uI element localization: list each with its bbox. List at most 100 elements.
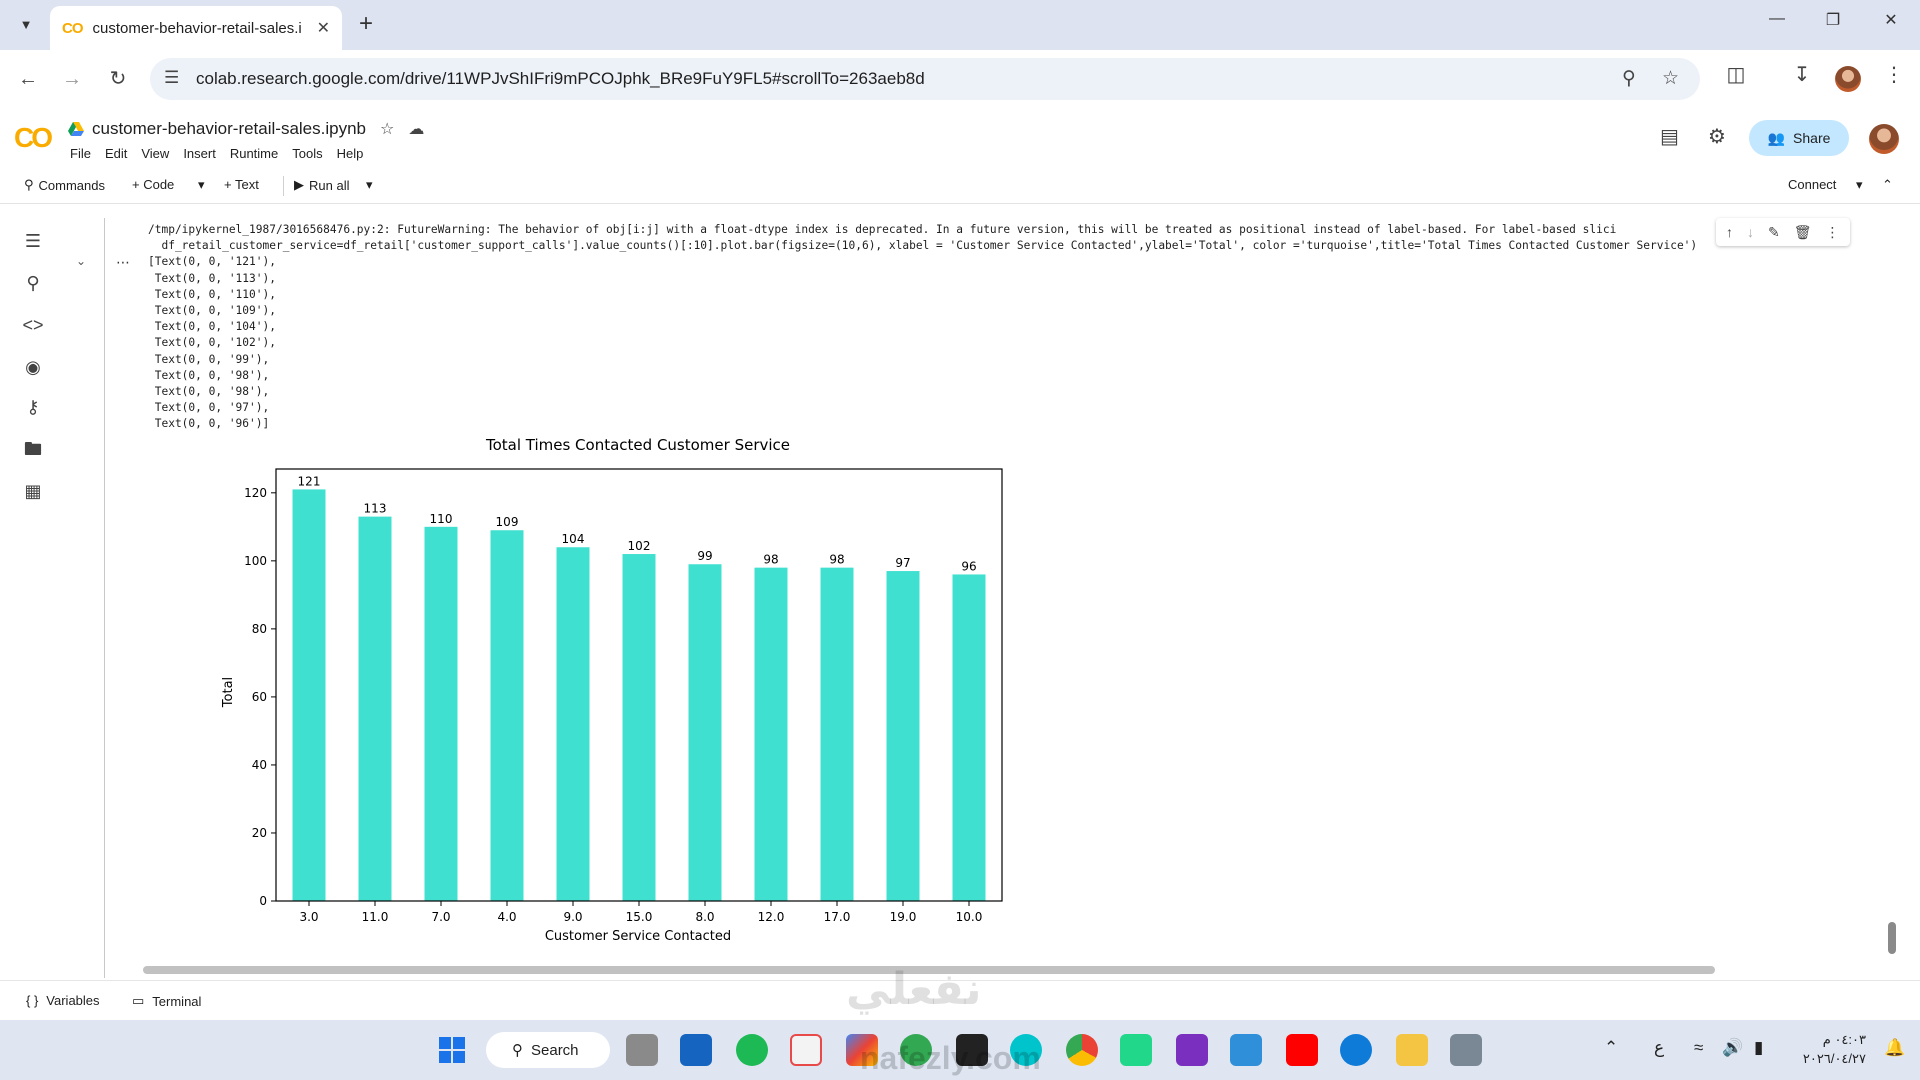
download-icon[interactable]: ↧ [1786,62,1818,87]
caret-down-icon: ▾ [198,177,205,192]
more-vert-icon[interactable]: ⋮ [1826,224,1840,241]
visual-studio-icon[interactable] [1176,1034,1208,1066]
new-tab-button[interactable]: + [352,10,380,38]
bar-data-label: 99 [697,549,712,563]
vscode-icon[interactable] [1230,1034,1262,1066]
people-icon: 👥 [1767,129,1786,146]
search-icon: ⚲ [24,177,34,192]
spotify-icon[interactable] [736,1034,768,1066]
table-of-contents-icon[interactable]: ☰ [20,228,46,254]
secrets-key-icon[interactable]: ⚷ [20,394,46,420]
x-tick-label: 12.0 [758,910,785,924]
minimize-icon[interactable]: — [1762,10,1792,28]
windows-start-icon[interactable] [436,1034,468,1066]
outlook-icon[interactable] [680,1034,712,1066]
youtube-icon[interactable] [1286,1034,1318,1066]
star-icon[interactable]: ☆ [380,119,394,139]
volume-icon[interactable]: 🔊 [1722,1038,1743,1058]
output-actions-icon[interactable]: ⋯ [116,254,131,271]
text-list-line: Text(0, 0, '98'), [148,368,270,382]
menu-insert[interactable]: Insert [183,146,223,161]
run-all-button[interactable]: ▶ Run all [294,177,349,193]
language-indicator[interactable]: ع [1654,1038,1664,1058]
files-folder-icon[interactable]: 🖿 [20,436,46,462]
cloud-icon[interactable]: ☁ [408,119,424,139]
add-code-dropdown[interactable]: ▾ [198,177,205,193]
address-bar[interactable]: ☰ colab.research.google.com/drive/11WPJv… [150,58,1700,100]
kaggle-icon[interactable] [1450,1034,1482,1066]
wifi-icon[interactable]: ≈ [1694,1038,1703,1058]
zoom-icon[interactable]: ⚲ [1622,67,1636,90]
x-tick-label: 8.0 [695,910,714,924]
browser-tab-strip: ▼ CO customer-behavior-retail-sales.i ✕ … [0,0,1920,50]
delete-trash-icon[interactable]: 🗑 [1794,224,1812,241]
menu-tools[interactable]: Tools [292,146,329,161]
vertical-scrollbar[interactable] [1888,922,1896,954]
file-explorer-icon[interactable] [1396,1034,1428,1066]
back-arrow-icon[interactable]: ← [12,63,44,95]
play-icon: ▶ [294,177,304,192]
window-close-icon[interactable]: ✕ [1876,10,1906,30]
notification-bell-icon[interactable]: 🔔 [1884,1038,1905,1058]
tray-overflow-icon[interactable]: ⌃ [1604,1038,1618,1058]
move-down-icon[interactable]: ↓ [1747,224,1754,240]
bar [952,574,986,901]
browser-menu-icon[interactable]: ⋮ [1878,62,1910,87]
code-snippets-icon[interactable]: <> [20,312,46,338]
system-clock[interactable]: ٠٤:٠٣ م ٢٠٢٦/٠٤/٢٧ [1803,1030,1866,1068]
variables-inspector-icon[interactable]: ◉ [20,354,46,380]
edit-pen-icon[interactable]: ✎ [1768,224,1780,241]
comments-icon[interactable]: ▤ [1660,124,1679,149]
colab-avatar[interactable] [1869,124,1899,154]
variables-button[interactable]: { } Variables [26,993,100,1008]
chevron-up-icon: ⌃ [1882,177,1893,192]
move-up-icon[interactable]: ↑ [1726,224,1733,240]
forward-arrow-icon[interactable]: → [56,63,88,95]
url-text[interactable]: colab.research.google.com/drive/11WPJvSh… [196,69,925,89]
chevron-down-icon: ▼ [19,16,33,32]
collapse-output-chevron-icon[interactable]: ⌄ [76,254,86,268]
profile-avatar[interactable] [1835,66,1861,92]
settings-gear-icon[interactable]: ⚙ [1708,124,1726,149]
x-tick-label: 4.0 [497,910,516,924]
y-tick-label: 60 [252,690,267,704]
menu-file[interactable]: File [70,146,98,161]
connect-button[interactable]: Connect [1788,177,1836,192]
y-axis-label: Total [221,677,236,708]
edge-icon[interactable] [1340,1034,1372,1066]
plot-area: 121 3.0 113 11.0 110 7.0 109 4.0 104 9.0 102 15.0 99… [244,468,1003,924]
data-table-icon[interactable]: ▦ [20,478,46,504]
google-drive-icon [68,122,84,136]
task-view-icon[interactable] [626,1034,658,1066]
find-replace-icon[interactable]: ⚲ [20,270,46,296]
reload-icon[interactable]: ↻ [102,63,134,95]
pycharm-icon[interactable] [1120,1034,1152,1066]
menu-help[interactable]: Help [337,146,371,161]
menu-runtime[interactable]: Runtime [230,146,285,161]
terminal-button[interactable]: ▭ Terminal [132,993,201,1009]
add-code-button[interactable]: + Code [132,177,174,192]
colab-logo[interactable]: CO [14,122,53,154]
menu-view[interactable]: View [141,146,176,161]
collapse-header-button[interactable]: ⌃ [1882,177,1893,193]
battery-icon[interactable]: ▮ [1754,1038,1763,1058]
commands-button[interactable]: ⚲ Commands [24,177,105,193]
close-tab-icon[interactable]: ✕ [317,18,330,38]
chrome-icon[interactable] [1066,1034,1098,1066]
browser-tab-active[interactable]: CO customer-behavior-retail-sales.i ✕ [50,6,342,50]
site-info-icon[interactable]: ☰ [164,68,179,88]
taskbar-search[interactable]: ⚲ Search [486,1032,610,1068]
notebook-name[interactable]: customer-behavior-retail-sales.ipynb [92,119,366,139]
menu-edit[interactable]: Edit [105,146,134,161]
connect-dropdown[interactable]: ▾ [1856,177,1863,193]
extensions-icon[interactable]: ◫ [1720,62,1752,87]
share-button[interactable]: 👥 Share [1749,120,1849,156]
tab-search-button[interactable]: ▼ [10,8,42,40]
store-icon[interactable] [790,1034,822,1066]
caret-down-icon: ▾ [1856,177,1863,192]
add-text-button[interactable]: + Text [224,177,259,192]
run-all-dropdown[interactable]: ▾ [366,177,373,193]
bar [292,489,326,901]
bookmark-star-icon[interactable]: ☆ [1662,67,1679,90]
restore-icon[interactable]: ❐ [1818,10,1848,30]
